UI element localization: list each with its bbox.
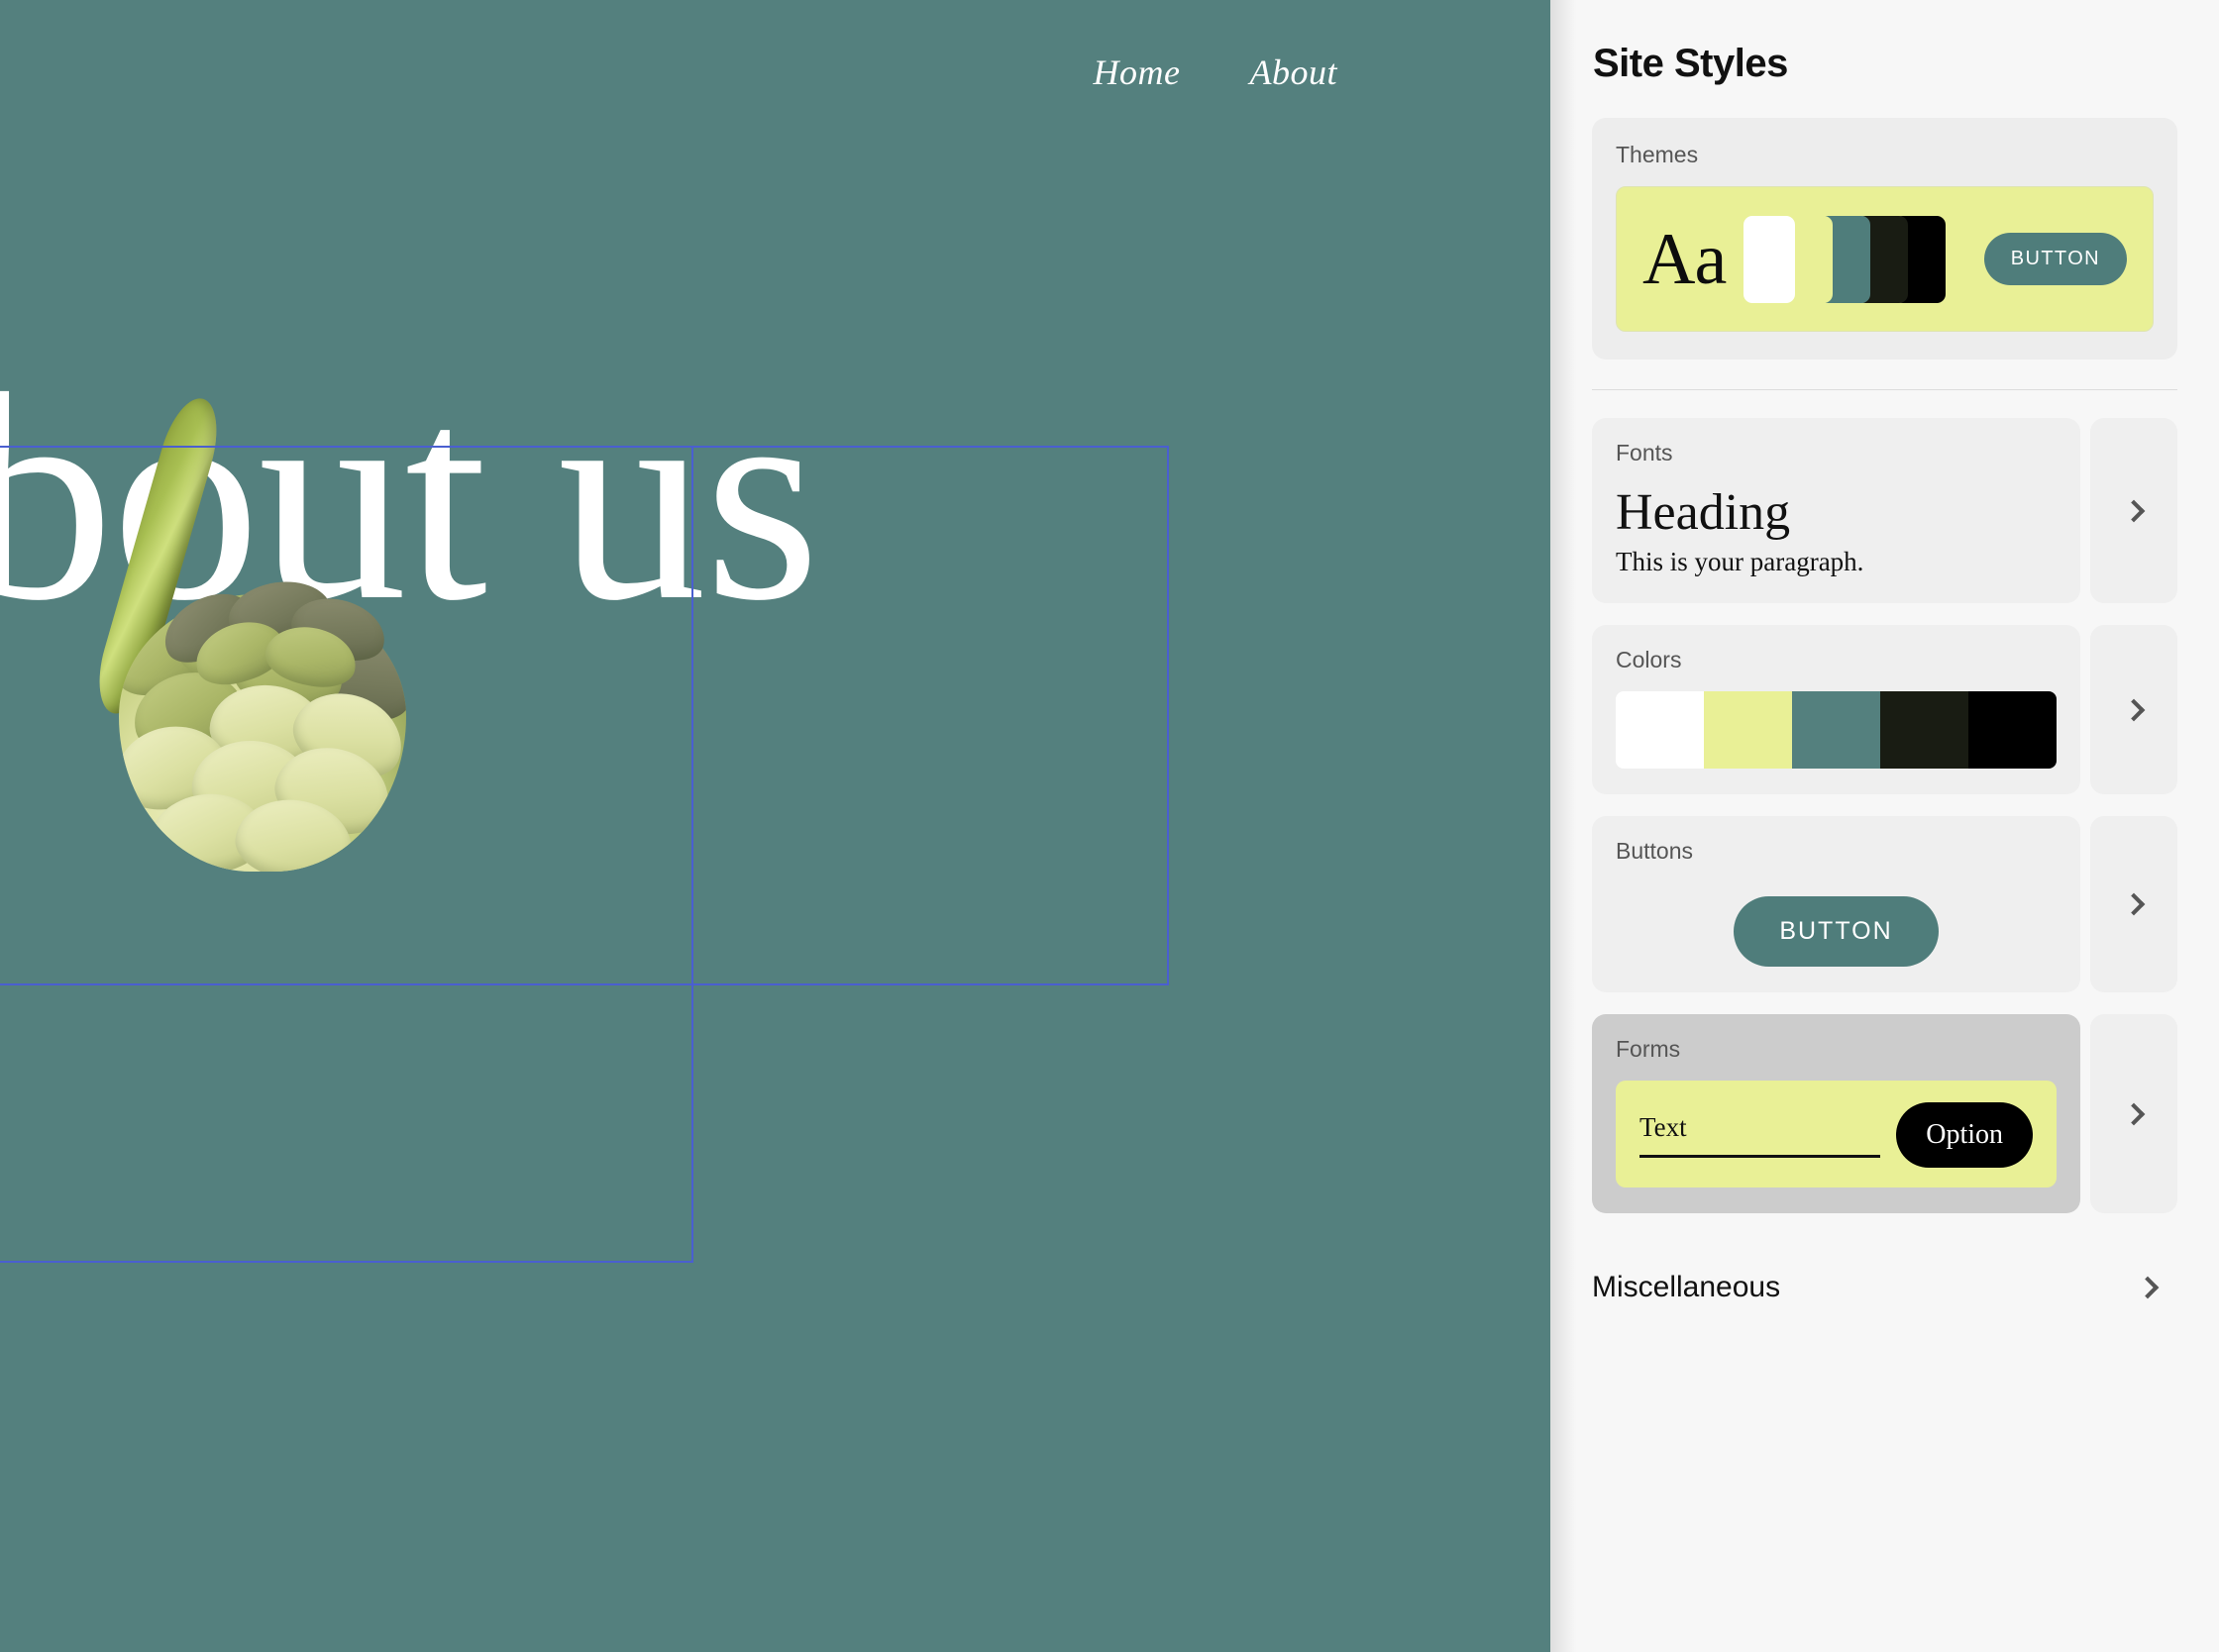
fonts-heading-sample: Heading xyxy=(1616,484,1791,541)
forms-label: Forms xyxy=(1616,1036,1681,1063)
color-swatch-black xyxy=(1968,691,2057,770)
form-text-field[interactable]: Text xyxy=(1639,1112,1881,1159)
guide-line-middle xyxy=(0,983,1169,985)
themes-card[interactable]: Themes Aa BUTTON xyxy=(1592,118,2177,360)
colors-expand-button[interactable] xyxy=(2090,625,2177,795)
theme-button-sample[interactable]: BUTTON xyxy=(1983,233,2127,285)
guide-line-vertical xyxy=(691,446,693,1263)
theme-chip-white xyxy=(1744,215,1796,303)
site-nav: Home About xyxy=(1094,52,1337,93)
buttons-label: Buttons xyxy=(1616,838,1693,865)
fonts-label: Fonts xyxy=(1616,440,1673,465)
forms-expand-button[interactable] xyxy=(2090,1014,2177,1214)
form-text-field-value: Text xyxy=(1639,1112,1687,1143)
theme-color-chips xyxy=(1744,215,1947,303)
button-sample[interactable]: BUTTON xyxy=(1734,896,1939,968)
colors-swatch-strip xyxy=(1616,691,2057,770)
page-title: Site Styles xyxy=(1593,42,1788,85)
colors-card[interactable]: Colors xyxy=(1592,625,2080,795)
theme-typeface-sample: Aa xyxy=(1642,218,1727,300)
forms-row: Forms Text Option xyxy=(1592,1014,2177,1214)
miscellaneous-row[interactable]: Miscellaneous xyxy=(1592,1271,2177,1304)
site-styles-panel: Site Styles Themes Aa BUTTON Fonts Headi… xyxy=(1550,0,2219,1652)
chevron-right-icon xyxy=(2122,698,2146,722)
color-swatch-yellow xyxy=(1704,691,1792,770)
site-preview-canvas[interactable]: Home About About us xyxy=(0,0,1550,1652)
artichoke-crown xyxy=(151,575,393,699)
buttons-row: Buttons BUTTON xyxy=(1592,816,2177,993)
form-text-field-underline xyxy=(1639,1155,1881,1159)
chevron-right-icon xyxy=(2122,1102,2146,1126)
themes-label: Themes xyxy=(1616,142,1699,167)
artichoke-image[interactable] xyxy=(59,386,456,872)
miscellaneous-label: Miscellaneous xyxy=(1592,1271,1781,1304)
chevron-right-icon xyxy=(2122,499,2146,522)
theme-preview[interactable]: Aa BUTTON xyxy=(1616,186,2154,332)
colors-label: Colors xyxy=(1616,647,1682,673)
fonts-expand-button[interactable] xyxy=(2090,418,2177,604)
fonts-row: Fonts Heading This is your paragraph. xyxy=(1592,418,2177,604)
form-option-button[interactable]: Option xyxy=(1896,1102,2033,1169)
fonts-card[interactable]: Fonts Heading This is your paragraph. xyxy=(1592,418,2080,604)
guide-line-top xyxy=(0,446,1169,448)
forms-card[interactable]: Forms Text Option xyxy=(1592,1014,2080,1214)
guide-line-right xyxy=(1167,446,1169,985)
buttons-preview: BUTTON xyxy=(1616,882,2057,968)
guide-line-bottom xyxy=(0,1261,693,1263)
nav-link-about[interactable]: About xyxy=(1250,52,1338,93)
color-swatch-white xyxy=(1616,691,1704,770)
chevron-right-icon xyxy=(2136,1276,2160,1299)
color-swatch-teal xyxy=(1792,691,1880,770)
nav-link-home[interactable]: Home xyxy=(1094,52,1181,93)
buttons-expand-button[interactable] xyxy=(2090,816,2177,993)
colors-row: Colors xyxy=(1592,625,2177,795)
fonts-paragraph-sample: This is your paragraph. xyxy=(1616,547,1864,577)
forms-preview: Text Option xyxy=(1616,1081,2057,1188)
site-styles-editor: Home About About us xyxy=(0,0,2219,1652)
buttons-card[interactable]: Buttons BUTTON xyxy=(1592,816,2080,993)
color-swatch-dark xyxy=(1880,691,1968,770)
panel-divider xyxy=(1592,389,2177,390)
chevron-right-icon xyxy=(2122,892,2146,916)
